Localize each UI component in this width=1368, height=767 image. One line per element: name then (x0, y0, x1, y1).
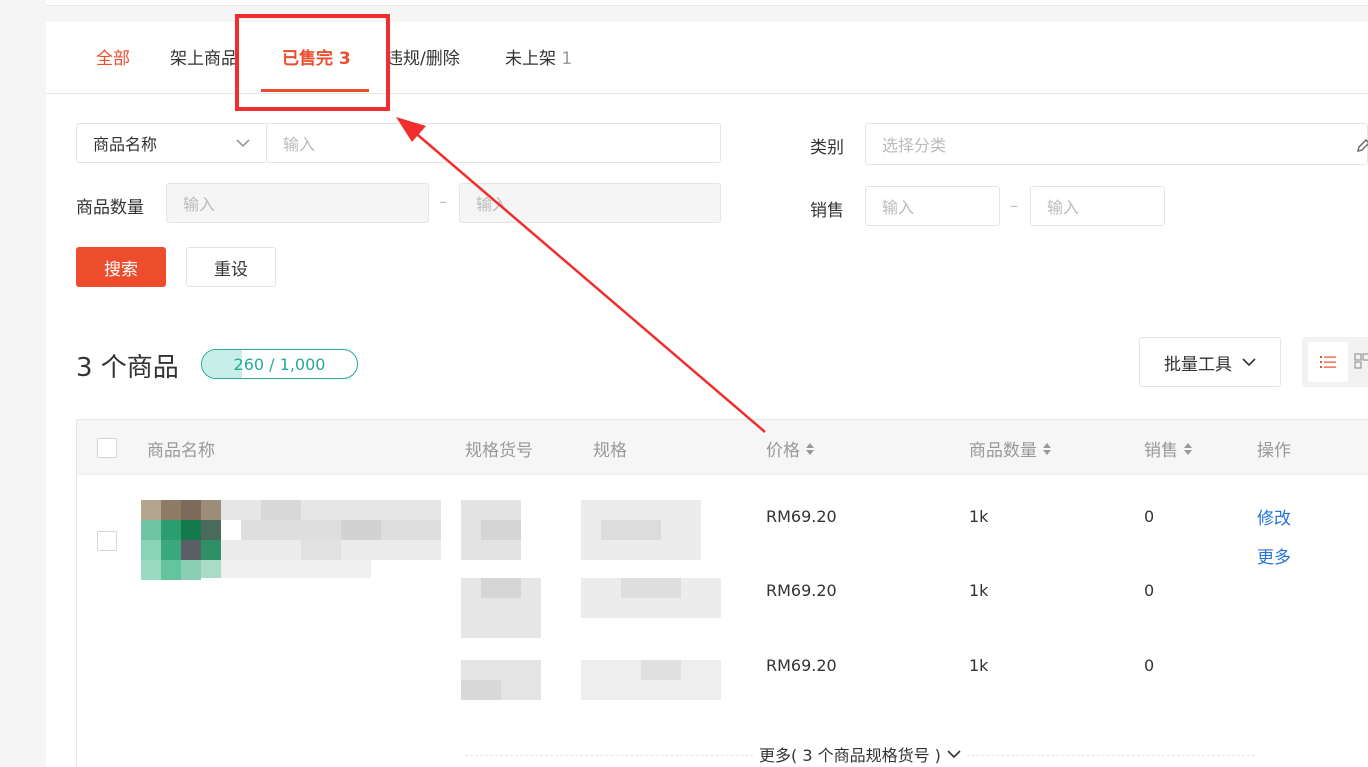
placeholder: 输入 (1047, 198, 1080, 217)
header-product-name: 商品名称 (147, 441, 215, 461)
select-value: 商品名称 (93, 135, 158, 154)
tab-sold-out[interactable]: 已售完 3 (282, 44, 351, 69)
pencil-icon (1357, 139, 1368, 152)
quota-text: 260 / 1,000 (233, 354, 326, 374)
sku-blurred (461, 660, 541, 700)
tab-label: 违规/删除 (386, 49, 460, 69)
header-price[interactable]: 价格 (766, 436, 814, 461)
row-quantity: 1k (969, 581, 989, 600)
row-price: RM69.20 (766, 656, 837, 675)
header-actions: 操作 (1257, 441, 1291, 461)
row-price: RM69.20 (766, 507, 837, 526)
variation-blurred (581, 500, 701, 560)
header-sku: 规格货号 (465, 441, 533, 461)
expand-label: 更多( 3 个商品规格货号 ) (759, 746, 941, 765)
tab-count: 3 (338, 49, 351, 69)
tab-label: 未上架 (505, 49, 556, 69)
sort-icon (806, 442, 814, 455)
range-separator: – (439, 192, 447, 211)
tab-label: 全部 (96, 49, 130, 69)
sort-icon (1184, 442, 1192, 455)
quantity-label: 商品数量 (76, 198, 144, 218)
batch-tools-button[interactable]: 批量工具 (1139, 337, 1281, 387)
chevron-down-icon (1242, 357, 1256, 366)
row-sales: 0 (1144, 581, 1155, 600)
sort-icon (1043, 442, 1051, 455)
row-quantity: 1k (969, 656, 989, 675)
category-select[interactable]: 选择分类 (865, 123, 1368, 165)
header-quantity[interactable]: 商品数量 (969, 436, 1051, 461)
product-count-title: 3 个商品 (76, 353, 179, 383)
header-variation: 规格 (593, 441, 627, 461)
quantity-max-input[interactable]: 输入 (459, 183, 721, 223)
placeholder: 输入 (283, 135, 316, 154)
row-sales: 0 (1144, 507, 1155, 526)
grid-view-icon[interactable] (1354, 349, 1368, 373)
reset-button[interactable]: 重设 (186, 247, 276, 287)
more-actions-link[interactable]: 更多 (1257, 543, 1291, 568)
top-card-edge (46, 0, 1368, 6)
variation-blurred (581, 578, 721, 618)
variation-blurred (581, 660, 721, 700)
chevron-down-icon (236, 138, 250, 147)
tab-live[interactable]: 架上商品 (170, 44, 238, 69)
list-view-icon (1320, 356, 1336, 368)
row-checkbox[interactable] (97, 531, 117, 551)
row-sales: 0 (1144, 656, 1155, 675)
header-sales[interactable]: 销售 (1144, 436, 1192, 461)
sales-min-input[interactable]: 输入 (865, 186, 1000, 226)
tab-count: 1 (561, 49, 573, 69)
select-all-checkbox[interactable] (97, 438, 117, 458)
table-header: 商品名称 规格货号 规格 价格 商品数量 销售 操作 (77, 420, 1368, 475)
products-card: 全部 架上商品 已售完 3 违规/删除 未上架 1 商品名称 输入 类别 选择分… (46, 22, 1368, 767)
placeholder: 输入 (183, 195, 216, 214)
placeholder: 输入 (882, 198, 915, 217)
batch-tools-label: 批量工具 (1164, 354, 1232, 375)
chevron-down-icon (947, 749, 961, 758)
name-field-select[interactable]: 商品名称 (76, 123, 266, 163)
tab-violation-deleted[interactable]: 违规/删除 (386, 44, 460, 69)
placeholder: 选择分类 (882, 136, 947, 155)
tab-label: 架上商品 (170, 49, 238, 69)
listing-quota-badge: 260 / 1,000 (201, 349, 358, 379)
tab-all[interactable]: 全部 (96, 44, 130, 69)
tab-unlisted[interactable]: 未上架 1 (505, 44, 572, 69)
category-label: 类别 (810, 138, 844, 158)
product-name-input[interactable]: 输入 (266, 123, 721, 163)
view-toggle (1302, 337, 1368, 387)
sku-blurred (461, 578, 541, 638)
range-separator: – (1010, 196, 1018, 215)
expand-variations-toggle[interactable]: 更多( 3 个商品规格货号 ) (753, 742, 967, 766)
sku-blurred (461, 500, 521, 560)
search-button[interactable]: 搜索 (76, 247, 166, 287)
quantity-min-input[interactable]: 输入 (166, 183, 429, 223)
status-tabs: 全部 架上商品 已售完 3 违规/删除 未上架 1 (46, 22, 1368, 94)
sales-max-input[interactable]: 输入 (1030, 186, 1165, 226)
placeholder: 输入 (476, 195, 509, 214)
active-tab-underline (261, 89, 369, 92)
sales-label: 销售 (810, 201, 844, 221)
list-view-button[interactable] (1308, 342, 1348, 382)
tab-label: 已售完 (282, 49, 333, 69)
product-table: 商品名称 规格货号 规格 价格 商品数量 销售 操作 RM69.20 1k 0 … (76, 419, 1368, 767)
product-thumbnail[interactable] (141, 500, 441, 580)
row-price: RM69.20 (766, 581, 837, 600)
row-quantity: 1k (969, 507, 989, 526)
edit-link[interactable]: 修改 (1257, 504, 1291, 529)
